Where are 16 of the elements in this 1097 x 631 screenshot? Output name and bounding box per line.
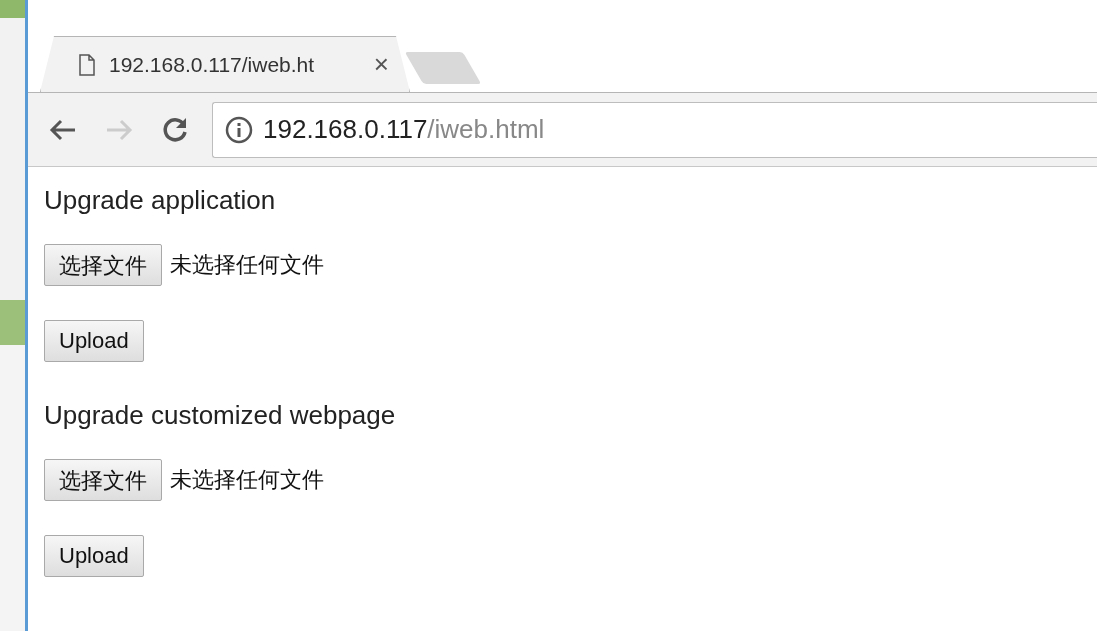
address-bar[interactable]: 192.168.0.117/iweb.html [212,101,1097,158]
choose-file-button[interactable]: 选择文件 [44,459,162,501]
page-icon [79,53,95,76]
section-heading: Upgrade customized webpage [44,400,397,431]
choose-file-button[interactable]: 选择文件 [44,244,162,286]
url-text: 192.168.0.117/iweb.html [263,114,545,145]
upload-button[interactable]: Upload [44,535,144,577]
file-status-text: 未选择任何文件 [170,466,324,494]
section-heading: Upgrade application [44,185,277,216]
browser-tab[interactable]: 192.168.0.117/iweb.ht × [40,36,410,92]
upload-button[interactable]: Upload [44,320,144,362]
tab-title: 192.168.0.117/iweb.ht [109,52,315,77]
file-status-text: 未选择任何文件 [170,251,324,279]
info-icon [225,115,253,144]
close-tab-button[interactable]: × [373,49,389,80]
back-arrow-icon[interactable] [49,117,77,142]
